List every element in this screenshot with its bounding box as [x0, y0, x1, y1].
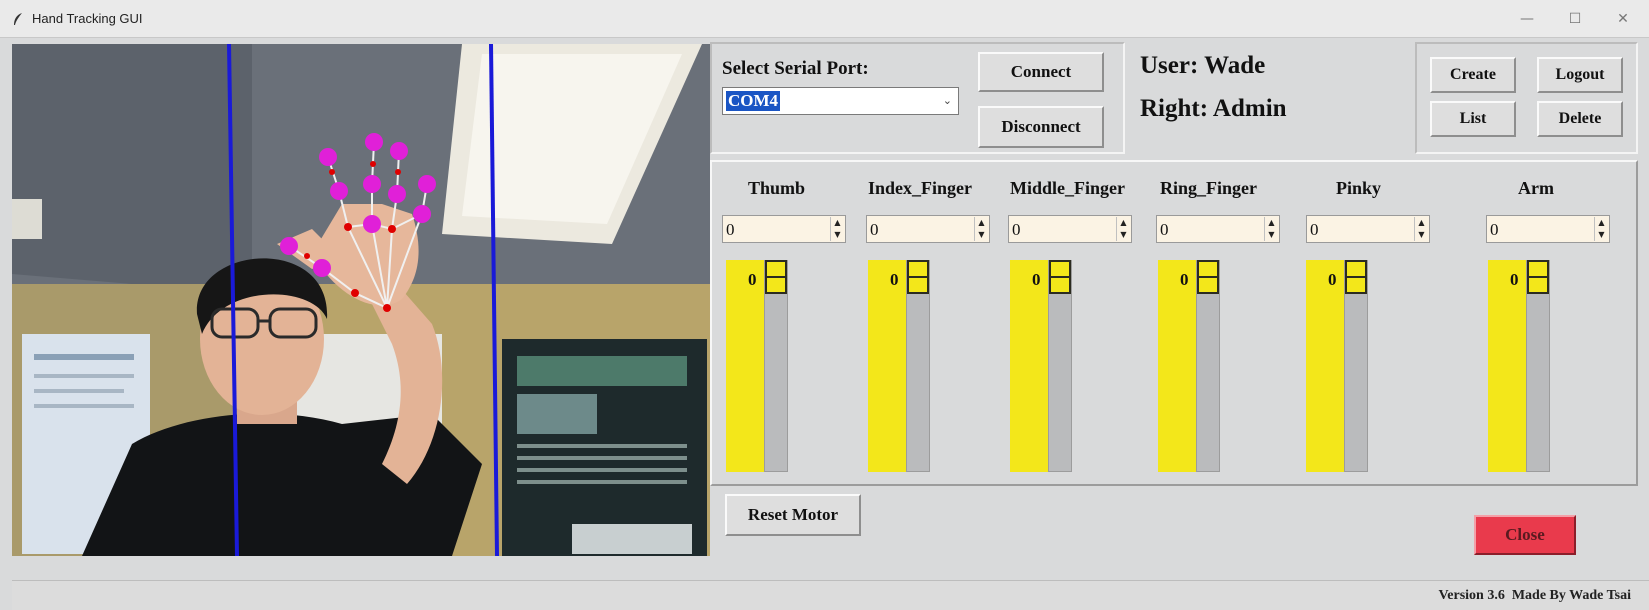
slider-fill: [1158, 260, 1196, 472]
version-label: Version 3.6 Made By Wade Tsai: [1438, 588, 1631, 604]
spin-arrows-icon[interactable]: ▲ ▼: [1116, 217, 1130, 241]
create-button[interactable]: Create: [1430, 57, 1516, 93]
chevron-down-icon[interactable]: ⌄: [943, 94, 952, 107]
spin-arrows-icon[interactable]: ▲ ▼: [1414, 217, 1428, 241]
motor-spinbox[interactable]: 0 ▲ ▼: [866, 215, 990, 243]
author-text: Made By Wade Tsai: [1511, 588, 1631, 603]
close-button[interactable]: Close: [1474, 515, 1576, 555]
title-bar: Hand Tracking GUI — ☐ ✕: [0, 0, 1649, 38]
motor-name-label: Pinky: [1336, 178, 1382, 198]
motor-name-label: Ring_Finger: [1160, 178, 1257, 198]
slider-handle[interactable]: [1197, 260, 1219, 294]
spin-arrows-icon[interactable]: ▲ ▼: [1594, 217, 1608, 241]
motor-spinbox[interactable]: 0 ▲ ▼: [1156, 215, 1280, 243]
status-bar: Version 3.6 Made By Wade Tsai: [12, 580, 1649, 610]
motor-spinbox[interactable]: 0 ▲ ▼: [1008, 215, 1132, 243]
spinbox-value: 0: [870, 220, 879, 239]
window-close-button[interactable]: ✕: [1606, 8, 1640, 30]
app-window: Hand Tracking GUI — ☐ ✕ Select Serial Po…: [0, 0, 1649, 610]
motor-slider[interactable]: 0: [1010, 260, 1072, 472]
motor-slider[interactable]: 0: [1306, 260, 1368, 472]
motor-slider[interactable]: 0: [868, 260, 930, 472]
camera-image: [12, 44, 710, 556]
minimize-button[interactable]: —: [1510, 8, 1544, 30]
slider-fill: [726, 260, 764, 472]
spin-arrows-icon[interactable]: ▲ ▼: [974, 217, 988, 241]
spinbox-value: 0: [1160, 220, 1169, 239]
motor-name-label: Arm: [1518, 178, 1554, 198]
slider-fill: [1306, 260, 1344, 472]
connect-button[interactable]: Connect: [978, 52, 1104, 92]
slider-handle[interactable]: [765, 260, 787, 294]
slider-value: 0: [748, 270, 757, 289]
serial-port-value: COM4: [726, 91, 781, 111]
slider-handle[interactable]: [1527, 260, 1549, 294]
motor-name-label: Index_Finger: [868, 178, 973, 198]
motor-name-label: Middle_Finger: [1010, 178, 1125, 198]
motor-spinbox[interactable]: 0 ▲ ▼: [722, 215, 846, 243]
slider-value: 0: [1180, 270, 1189, 289]
user-name-label: User: Wade: [1140, 52, 1266, 79]
motor-spinbox[interactable]: 0 ▲ ▼: [1486, 215, 1610, 243]
motor-name-label: Thumb: [748, 178, 806, 198]
maximize-button[interactable]: ☐: [1558, 8, 1592, 30]
window-title: Hand Tracking GUI: [32, 11, 143, 26]
slider-value: 0: [1328, 270, 1337, 289]
slider-value: 0: [890, 270, 899, 289]
serial-port-select[interactable]: COM4 ⌄: [722, 87, 959, 115]
motor-spinbox[interactable]: 0 ▲ ▼: [1306, 215, 1430, 243]
reset-motor-button[interactable]: Reset Motor: [725, 494, 861, 536]
slider-value: 0: [1510, 270, 1519, 289]
spinbox-value: 0: [1490, 220, 1499, 239]
camera-feed: [12, 44, 710, 556]
spin-arrows-icon[interactable]: ▲ ▼: [830, 217, 844, 241]
delete-button[interactable]: Delete: [1537, 101, 1623, 137]
feather-icon: [14, 13, 22, 25]
slider-fill: [1010, 260, 1048, 472]
spinbox-value: 0: [726, 220, 735, 239]
motor-slider[interactable]: 0: [1158, 260, 1220, 472]
version-text: Version 3.6: [1438, 588, 1505, 603]
spin-arrows-icon[interactable]: ▲ ▼: [1264, 217, 1278, 241]
list-button[interactable]: List: [1430, 101, 1516, 137]
slider-value: 0: [1032, 270, 1041, 289]
slider-fill: [1488, 260, 1526, 472]
slider-fill: [868, 260, 906, 472]
spinbox-value: 0: [1310, 220, 1319, 239]
spinbox-value: 0: [1012, 220, 1021, 239]
slider-handle[interactable]: [1049, 260, 1071, 294]
logout-button[interactable]: Logout: [1537, 57, 1623, 93]
motor-slider[interactable]: 0: [726, 260, 788, 472]
disconnect-button[interactable]: Disconnect: [978, 106, 1104, 148]
slider-handle[interactable]: [1345, 260, 1367, 294]
serial-port-label: Select Serial Port:: [722, 58, 869, 79]
user-right-label: Right: Admin: [1140, 95, 1287, 122]
slider-handle[interactable]: [907, 260, 929, 294]
motor-slider[interactable]: 0: [1488, 260, 1550, 472]
